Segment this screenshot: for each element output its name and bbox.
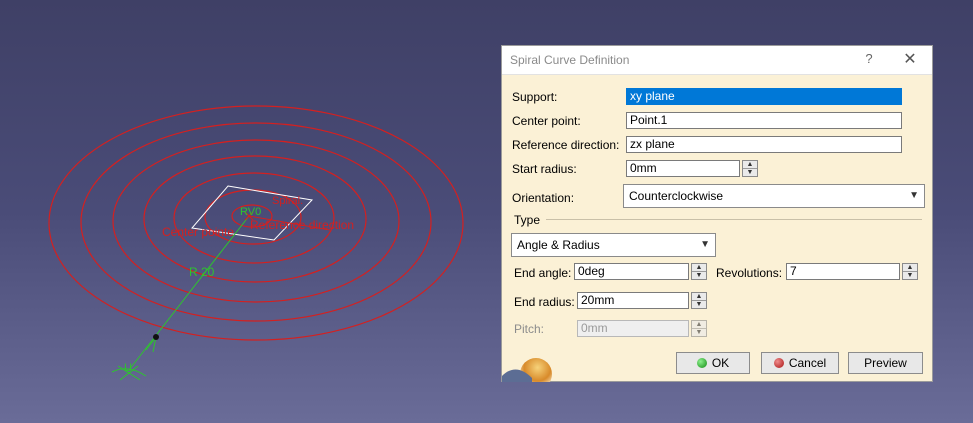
cancel-button-label: Cancel: [788, 356, 827, 370]
red-dot-icon: [773, 358, 784, 368]
chevron-down-icon: ▼: [909, 190, 919, 201]
reference-direction-field[interactable]: zx plane: [626, 136, 902, 153]
end-point-marker: [153, 334, 159, 340]
support-field[interactable]: xy plane: [626, 88, 902, 105]
origin-label: U: [124, 362, 132, 374]
orientation-value: Counterclockwise: [629, 189, 724, 203]
close-button[interactable]: ✕: [900, 49, 920, 69]
support-label: Support:: [512, 90, 558, 104]
spin-down-icon[interactable]: ▼: [903, 272, 917, 279]
end-radius-field[interactable]: 20mm: [577, 292, 689, 309]
spin-down-icon[interactable]: ▼: [692, 301, 706, 308]
cancel-button[interactable]: Cancel: [761, 352, 839, 374]
spin-down-icon[interactable]: ▼: [743, 169, 757, 176]
end-radius-label: End radius:: [514, 295, 575, 309]
revolutions-spinner[interactable]: ▲ ▼: [902, 263, 918, 280]
preview-button[interactable]: Preview: [848, 352, 923, 374]
ref-direction-label: Reference direction: [250, 218, 355, 232]
dialog-titlebar[interactable]: Spiral Curve Definition ? ✕: [502, 46, 932, 75]
radius-label: R 20: [189, 265, 215, 279]
chevron-down-icon: ▼: [700, 239, 710, 250]
spin-down-icon[interactable]: ▼: [692, 272, 706, 279]
start-radius-spinner[interactable]: ▲ ▼: [742, 160, 758, 177]
pitch-label: Pitch:: [514, 322, 545, 336]
globe-decoration-icon: [502, 358, 552, 382]
end-angle-label: End angle:: [514, 266, 572, 280]
type-group-label: Type: [514, 213, 541, 227]
green-dot-icon: [696, 358, 707, 368]
orientation-select[interactable]: Counterclockwise ▼: [623, 184, 925, 208]
end-angle-field[interactable]: 0deg: [574, 263, 689, 280]
pitch-field: 0mm: [577, 320, 689, 337]
ok-button-label: OK: [711, 356, 730, 370]
center-point-field[interactable]: Point.1: [626, 112, 902, 129]
start-radius-field[interactable]: 0mm: [626, 160, 740, 177]
radius-line: [128, 215, 250, 371]
type-group-divider: [546, 219, 922, 220]
center-point-label: Center point:: [512, 114, 581, 128]
spin-up-icon[interactable]: ▲: [903, 264, 917, 272]
end-angle-spinner[interactable]: ▲ ▼: [691, 263, 707, 280]
start-radius-label: Start radius:: [512, 162, 577, 176]
reference-direction-label: Reference direction:: [512, 138, 620, 152]
dialog-title: Spiral Curve Definition: [510, 53, 630, 67]
spin-up-icon[interactable]: ▲: [692, 264, 706, 272]
spin-up-icon[interactable]: ▲: [743, 161, 757, 169]
end-radius-spinner[interactable]: ▲ ▼: [691, 292, 707, 309]
spin-up-icon: ▲: [692, 321, 706, 329]
spiral-curve-dialog: Spiral Curve Definition ? ✕ Support: xy …: [501, 45, 933, 382]
revolutions-label: Revolutions:: [716, 266, 783, 280]
spin-up-icon[interactable]: ▲: [692, 293, 706, 301]
spin-down-icon: ▼: [695, 329, 703, 336]
spiral-label: Spiral.: [272, 195, 304, 207]
type-select[interactable]: Angle & Radius ▼: [511, 233, 716, 257]
pitch-spinner: ▲ ▼: [691, 320, 707, 337]
type-value: Angle & Radius: [517, 238, 600, 252]
revolutions-field[interactable]: 7: [786, 263, 900, 280]
ok-button[interactable]: OK: [676, 352, 750, 374]
rv-label: RV0: [240, 206, 262, 218]
orientation-label: Orientation:: [512, 191, 575, 205]
help-button[interactable]: ?: [860, 51, 878, 69]
center-point-label: Center pointe: [162, 225, 235, 239]
